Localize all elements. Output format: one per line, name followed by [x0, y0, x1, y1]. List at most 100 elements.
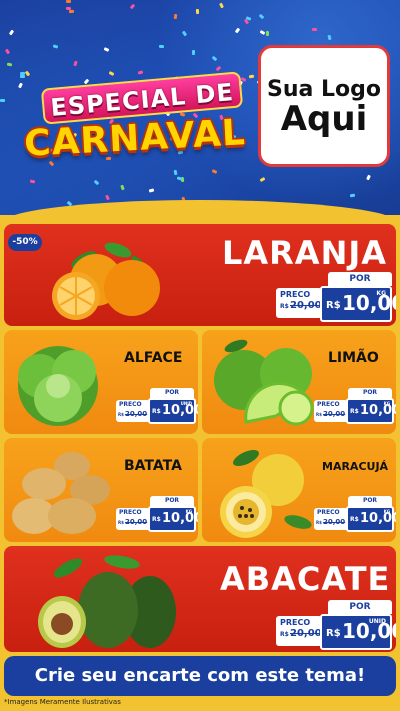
confetti-piece: [327, 34, 332, 41]
old-price-value: 20,00: [323, 518, 346, 526]
confetti-piece: [259, 176, 266, 183]
confetti-piece: [234, 27, 241, 34]
old-currency: R$: [280, 303, 289, 310]
price-tag-maracuja: POR PRECO R$ 20,00 R$ 10,00 KG: [314, 496, 396, 534]
currency: R$: [152, 408, 161, 415]
unit-label: KG: [185, 509, 192, 514]
new-price: R$ 10,00 UNID: [148, 398, 198, 424]
product-name-limao: LIMÃO: [328, 350, 379, 366]
por-label: POR: [150, 496, 194, 506]
product-name-maracuja: MARACUJÁ: [322, 460, 389, 473]
product-card-batata: BATATA POR PRECO R$ 20,00 R$ 10,00 KG: [4, 438, 198, 542]
confetti-piece: [215, 65, 222, 72]
confetti-piece: [158, 44, 165, 49]
product-card-abacate: ABACATE POR PRECO R$ 20,00 R$ 10,00 UNID: [4, 546, 396, 652]
preco-label: PRECO: [119, 401, 142, 408]
confetti-piece: [173, 13, 178, 20]
new-price: R$ 10,00 KG: [148, 506, 198, 532]
preco-label: PRECO: [317, 509, 340, 516]
cta-banner[interactable]: Crie seu encarte com este tema!: [4, 656, 396, 696]
confetti-piece: [259, 29, 266, 36]
price-tag-laranja: POR PRECO R$ 20,00 R$ 10,00 KG: [276, 272, 396, 322]
preco-label: PRECO: [280, 618, 311, 627]
old-price: PRECO R$ 20,00: [116, 400, 150, 422]
currency: R$: [326, 300, 341, 311]
old-price: PRECO R$ 20,00: [314, 400, 348, 422]
price-tag-batata: POR PRECO R$ 20,00 R$ 10,00 KG: [116, 496, 198, 534]
passion-fruit-image: [220, 449, 312, 538]
old-currency: R$: [118, 520, 124, 525]
por-label: POR: [328, 272, 392, 286]
currency: R$: [326, 628, 341, 639]
product-name-laranja: LARANJA: [222, 234, 388, 272]
por-label: POR: [328, 600, 392, 614]
unit-label: UNID: [180, 401, 192, 406]
confetti-piece: [68, 9, 75, 14]
logo-line1: Sua Logo: [266, 76, 381, 102]
confetti-piece: [219, 2, 224, 9]
potato-image: [12, 452, 110, 534]
confetti-piece: [181, 30, 188, 37]
por-label: POR: [150, 388, 194, 398]
confetti-piece: [211, 55, 218, 62]
por-label: POR: [348, 496, 392, 506]
product-card-alface: ALFACE POR PRECO R$ 20,00 R$ 10,00 UNID: [4, 330, 198, 434]
old-price: PRECO R$ 20,00: [314, 508, 348, 530]
confetti-piece: [73, 60, 78, 67]
lettuce-image: [18, 346, 98, 426]
confetti-piece: [103, 47, 110, 52]
confetti-piece: [191, 49, 196, 56]
unit-label: UNID: [368, 618, 386, 625]
currency: R$: [350, 516, 359, 523]
confetti-piece: [173, 169, 178, 176]
price-value: 10,00: [342, 291, 396, 315]
product-card-limao: LIMÃO POR PRECO R$ 20,00 R$ 10,00 KG: [202, 330, 396, 434]
logo-line2: Aqui: [280, 98, 368, 139]
confetti-piece: [176, 176, 183, 181]
old-currency: R$: [118, 412, 124, 417]
confetti-piece: [265, 30, 270, 37]
old-currency: R$: [280, 631, 289, 638]
lime-image: [214, 339, 314, 426]
old-price-value: 20,00: [125, 518, 148, 526]
discount-badge: -50%: [8, 234, 42, 251]
old-price-value: 20,00: [323, 410, 346, 418]
confetti-piece: [312, 28, 317, 31]
header-banner: ESPECIAL DE CARNAVAL Sua Logo Aqui: [0, 0, 400, 215]
unit-label: KG: [383, 401, 390, 406]
new-price: R$ 10,00 KG: [346, 506, 396, 532]
product-name-batata: BATATA: [124, 458, 182, 474]
orange-image: [52, 242, 160, 320]
old-currency: R$: [316, 520, 322, 525]
unit-label: KG: [383, 509, 390, 514]
price-tag-limao: POR PRECO R$ 20,00 R$ 10,00 KG: [314, 388, 396, 426]
avocado-image: [38, 555, 176, 648]
new-price: R$ 10,00 KG: [346, 398, 396, 424]
confetti-piece: [93, 179, 100, 186]
price-value: 10,00: [162, 511, 198, 526]
old-price: PRECO R$ 20,00: [116, 508, 150, 530]
price-value: 10,00: [360, 511, 396, 526]
product-card-maracuja: MARACUJÁ POR PRECO R$ 20,00 R$ 10,00 KG: [202, 438, 396, 542]
por-label: POR: [348, 388, 392, 398]
new-price: R$ 10,00 UNID: [320, 614, 396, 650]
product-name-abacate: ABACATE: [220, 560, 391, 598]
new-price: R$ 10,00 KG: [320, 286, 396, 322]
currency: R$: [350, 408, 359, 415]
old-price-value: 20,00: [290, 300, 322, 311]
confetti-piece: [258, 13, 265, 20]
preco-label: PRECO: [317, 401, 340, 408]
price-value: 10,00: [360, 403, 396, 418]
confetti-piece: [8, 29, 15, 36]
disclaimer-text: *Imagens Meramente Ilustrativas: [4, 698, 121, 706]
old-price: PRECO R$ 20,00: [276, 288, 322, 318]
confetti-piece: [0, 99, 5, 102]
old-price: PRECO R$ 20,00: [276, 616, 322, 646]
title: ESPECIAL DE CARNAVAL: [10, 71, 260, 167]
confetti-piece: [4, 48, 11, 55]
preco-label: PRECO: [280, 290, 311, 299]
preco-label: PRECO: [119, 509, 142, 516]
price-tag-alface: POR PRECO R$ 20,00 R$ 10,00 UNID: [116, 388, 198, 426]
confetti-piece: [211, 169, 218, 174]
old-currency: R$: [316, 412, 322, 417]
